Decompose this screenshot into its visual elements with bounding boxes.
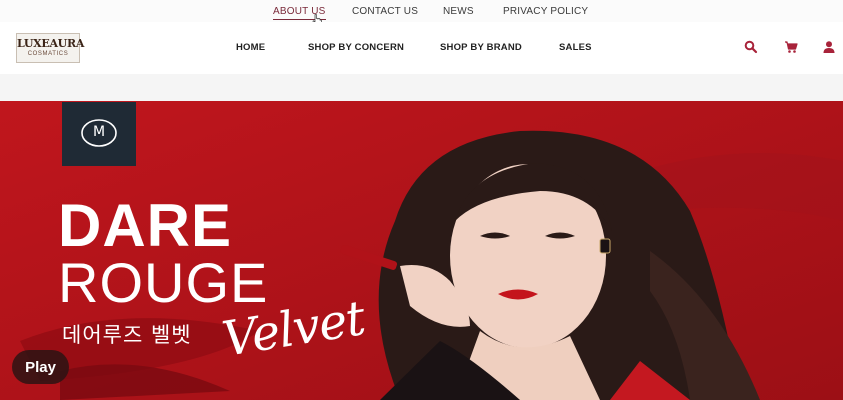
logo-sub-text: COSMATICS [27, 51, 69, 57]
badge-letter: M [92, 124, 106, 140]
nav-shop-by-brand[interactable]: SHOP BY BRAND [440, 42, 522, 53]
logo-brand-text: LUXEAURA [17, 37, 85, 50]
contact-us-link[interactable]: CONTACT US [352, 6, 418, 17]
top-utility-bar: ABOUT US CONTACT US NEWS PRIVACY POLICY [0, 0, 843, 23]
header-spacer [0, 74, 843, 102]
luxeaura-logo[interactable]: LUXEAURA COSMATICS [16, 33, 85, 63]
main-header: LUXEAURA COSMATICS HOME SHOP BY CONCERN … [0, 22, 843, 75]
search-icon[interactable] [744, 40, 758, 54]
user-icon[interactable] [822, 40, 836, 54]
play-button[interactable]: Play [12, 350, 69, 384]
hero-title-line2: ROUGE [58, 251, 269, 314]
privacy-policy-link[interactable]: PRIVACY POLICY [503, 6, 588, 17]
nav-home[interactable]: HOME [236, 42, 265, 53]
brand-badge: M [62, 102, 136, 166]
hero-korean-text: 데어루즈 벨벳 [62, 323, 192, 347]
hero-title-line1: DARE [58, 192, 233, 259]
nav-sales[interactable]: SALES [559, 42, 592, 53]
cart-icon[interactable] [784, 40, 798, 54]
nav-shop-by-concern[interactable]: SHOP BY CONCERN [308, 42, 404, 53]
news-link[interactable]: NEWS [443, 6, 474, 17]
hero-banner[interactable]: M DARE ROUGE 데어루즈 벨벳 Velvet [0, 101, 843, 400]
